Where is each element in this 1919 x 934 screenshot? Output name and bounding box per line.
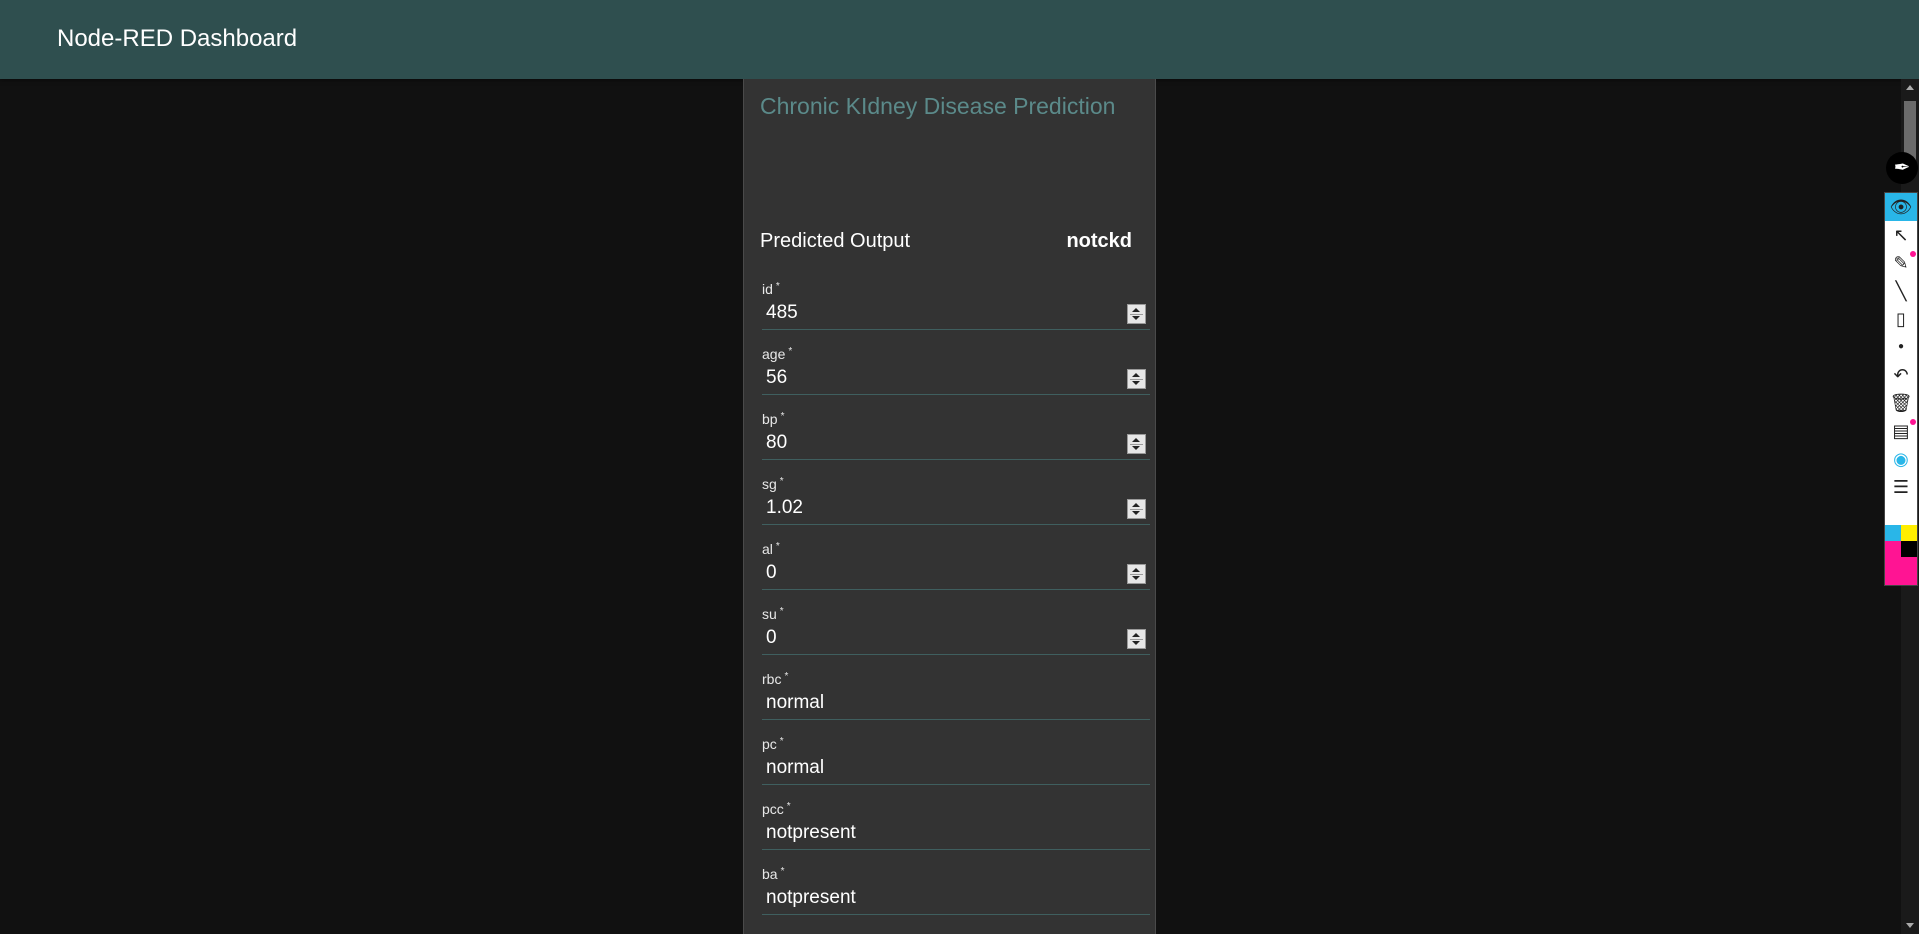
pcc-input[interactable]: notpresent — [762, 817, 1150, 850]
field-sg: sg * 1.02 — [762, 476, 1158, 538]
predicted-output-row: Predicted Output notckd — [760, 230, 1140, 260]
spinner-down-icon[interactable] — [1132, 576, 1140, 580]
field-pc: pc * normal — [762, 736, 1158, 798]
spinner-down-icon[interactable] — [1132, 511, 1140, 515]
spinner-up-icon[interactable] — [1132, 633, 1140, 637]
field-label: pcc * — [762, 801, 791, 817]
prediction-card: Chronic KIdney Disease Prediction Predic… — [743, 79, 1156, 934]
color-magenta-swatch[interactable] — [1901, 557, 1917, 585]
field-value: 0 — [766, 627, 777, 648]
annotation-toolbar: 👁 ↖ ✎ ╲ ▯ ● ↶ 🗑 ▤ ◉ ☰ — [1884, 192, 1918, 586]
field-label: sg * — [762, 476, 784, 492]
field-label: rbc * — [762, 671, 789, 687]
field-value: normal — [766, 692, 825, 713]
spinner-down-icon[interactable] — [1132, 381, 1140, 385]
board-icon[interactable]: ▤ — [1885, 417, 1917, 445]
field-ba: ba * notpresent — [762, 866, 1158, 928]
field-label: pc * — [762, 736, 784, 752]
rbc-input[interactable]: normal — [762, 687, 1150, 720]
field-value: 1.02 — [766, 497, 803, 518]
dot-icon[interactable]: ● — [1885, 333, 1917, 361]
color-magenta-swatch[interactable] — [1885, 541, 1901, 585]
field-label: ba * — [762, 866, 785, 882]
bp-input[interactable]: 80 — [762, 427, 1150, 460]
line-icon[interactable]: ╲ — [1885, 277, 1917, 305]
al-input[interactable]: 0 — [762, 557, 1150, 590]
eraser-icon[interactable]: ▯ — [1885, 305, 1917, 333]
id-input[interactable]: 485 — [762, 297, 1150, 330]
sg-input[interactable]: 1.02 — [762, 492, 1150, 525]
predicted-output-value: notckd — [1066, 230, 1132, 252]
color-black-swatch[interactable] — [1901, 541, 1917, 557]
pc-input[interactable]: normal — [762, 752, 1150, 785]
age-input[interactable]: 56 — [762, 362, 1150, 395]
color-cyan-swatch[interactable] — [1885, 525, 1901, 541]
spinner-up-icon[interactable] — [1132, 438, 1140, 442]
field-id: id * 485 — [762, 281, 1158, 343]
spinner-down-icon[interactable] — [1132, 641, 1140, 645]
spinner-down-icon[interactable] — [1132, 316, 1140, 320]
field-bp: bp * 80 — [762, 411, 1158, 473]
number-spinner[interactable] — [1127, 304, 1146, 324]
spinner-up-icon[interactable] — [1132, 308, 1140, 312]
ba-input[interactable]: notpresent — [762, 882, 1150, 915]
color-yellow-swatch[interactable] — [1901, 525, 1917, 541]
camera-icon[interactable]: ◉ — [1885, 445, 1917, 473]
field-al: al * 0 — [762, 541, 1158, 603]
undo-icon[interactable]: ↶ — [1885, 361, 1917, 389]
header-bar: Node-RED Dashboard — [0, 0, 1919, 79]
number-spinner[interactable] — [1127, 499, 1146, 519]
spinner-up-icon[interactable] — [1132, 373, 1140, 377]
number-spinner[interactable] — [1127, 434, 1146, 454]
scroll-down-icon[interactable] — [1906, 923, 1914, 928]
page-title: Node-RED Dashboard — [57, 25, 298, 52]
trash-icon[interactable]: 🗑 — [1885, 389, 1917, 417]
field-label: al * — [762, 541, 780, 557]
field-pcc: pcc * notpresent — [762, 801, 1158, 863]
scroll-up-icon[interactable] — [1906, 85, 1914, 90]
field-label: bp * — [762, 411, 785, 427]
field-value: 80 — [766, 432, 788, 453]
number-spinner[interactable] — [1127, 564, 1146, 584]
field-rbc: rbc * normal — [762, 671, 1158, 733]
su-input[interactable]: 0 — [762, 622, 1150, 655]
highlighter-icon[interactable]: ✎ — [1885, 249, 1917, 277]
number-spinner[interactable] — [1127, 369, 1146, 389]
predicted-output-label: Predicted Output — [760, 230, 911, 252]
cursor-icon[interactable]: ↖ — [1885, 221, 1917, 249]
field-value: 0 — [766, 562, 777, 583]
field-age: age * 56 — [762, 346, 1158, 408]
field-label: age * — [762, 346, 793, 362]
field-label: id * — [762, 281, 780, 297]
eye-icon[interactable]: 👁 — [1885, 193, 1917, 221]
clipboard-icon[interactable]: ☰ — [1885, 473, 1917, 501]
field-value: notpresent — [766, 887, 856, 908]
card-title: Chronic KIdney Disease Prediction — [760, 93, 1116, 119]
spinner-up-icon[interactable] — [1132, 503, 1140, 507]
field-value: 56 — [766, 367, 788, 388]
field-su: su * 0 — [762, 606, 1158, 668]
pen-icon[interactable]: ✒ — [1886, 152, 1918, 184]
spinner-down-icon[interactable] — [1132, 446, 1140, 450]
field-label: su * — [762, 606, 784, 622]
field-value: 485 — [766, 302, 798, 323]
spinner-up-icon[interactable] — [1132, 568, 1140, 572]
field-value: notpresent — [766, 822, 856, 843]
number-spinner[interactable] — [1127, 629, 1146, 649]
field-value: normal — [766, 757, 825, 778]
